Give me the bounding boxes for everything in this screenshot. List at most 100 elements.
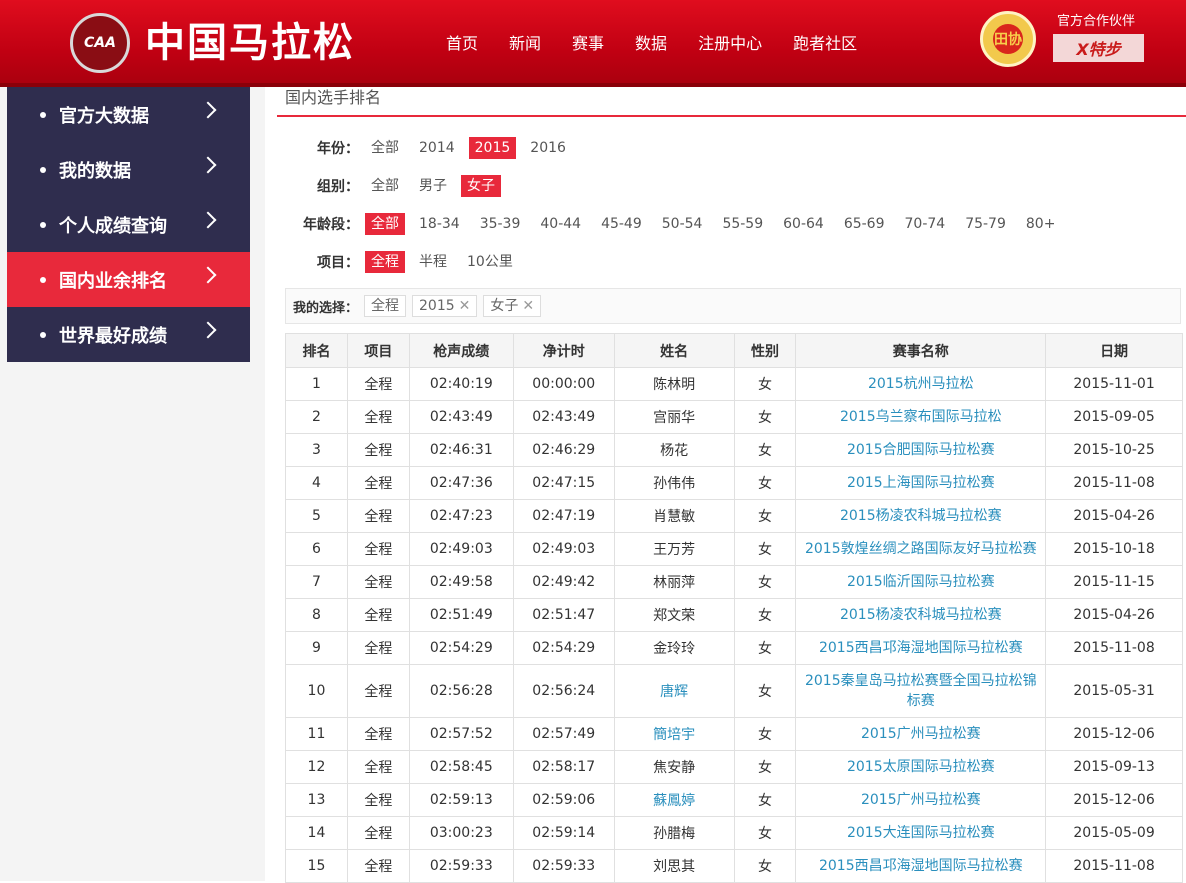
athletics-association-emblem: 田协	[980, 11, 1036, 67]
sidebar-item-4[interactable]: 世界最好成绩	[7, 307, 250, 362]
race-name-link[interactable]: 2015杭州马拉松	[795, 367, 1047, 401]
bullet-dot-icon	[40, 221, 46, 228]
column-header: 姓名	[613, 333, 735, 368]
race-name-link[interactable]: 2015乌兰察布国际马拉松	[795, 400, 1047, 434]
bullet-dot-icon	[40, 166, 46, 173]
cell-gun: 02:47:23	[408, 499, 514, 533]
cell-gun: 02:59:33	[408, 849, 514, 883]
cell-name: 孙伟伟	[613, 466, 735, 500]
filter-option-event[interactable]: 10公里	[461, 251, 519, 273]
filter-option-age[interactable]: 18-34	[413, 213, 466, 235]
filter-option-year[interactable]: 2016	[524, 137, 572, 159]
filter-option-group[interactable]: 女子	[461, 175, 501, 197]
filter-option-age[interactable]: 50-54	[656, 213, 709, 235]
filter-option-age[interactable]: 70-74	[899, 213, 952, 235]
sidebar-item-0[interactable]: 官方大数据	[7, 87, 250, 142]
race-name-link[interactable]: 2015杨凌农科城马拉松赛	[795, 499, 1047, 533]
filter-option-age[interactable]: 60-64	[777, 213, 830, 235]
cell-event: 全程	[346, 400, 410, 434]
selection-chips: 全程 2015 ✕ 女子 ✕	[364, 295, 547, 317]
cell-net: 02:47:15	[512, 466, 615, 500]
cell-event: 全程	[346, 783, 410, 817]
filter-option-age[interactable]: 55-59	[716, 213, 769, 235]
remove-chip-icon[interactable]: ✕	[522, 297, 534, 315]
column-header: 排名	[285, 333, 348, 368]
my-selection-label: 我的选择：	[293, 300, 359, 316]
cell-sex: 女	[733, 717, 797, 751]
filter-option-age[interactable]: 全部	[365, 213, 405, 235]
race-name-link[interactable]: 2015敦煌丝绸之路国际友好马拉松赛	[795, 532, 1047, 566]
race-name-link[interactable]: 2015大连国际马拉松赛	[795, 816, 1047, 850]
filter-option-event[interactable]: 半程	[413, 251, 453, 273]
filter-label-age: 年龄段：	[303, 217, 359, 233]
remove-chip-icon[interactable]: ✕	[459, 297, 471, 315]
main-nav: 首页 新闻 赛事 数据 注册中心 跑者社区	[446, 32, 888, 56]
sidebar-item-2[interactable]: 个人成绩查询	[7, 197, 250, 252]
filter-group: 组别： 全部 男子 女子	[277, 175, 509, 197]
table-body: 1 全程 02:40:19 00:00:00 陈林明女 2015杭州马拉松 2015-11-…	[285, 367, 1183, 883]
race-name-link[interactable]: 2015上海国际马拉松赛	[795, 466, 1047, 500]
cell-date: 2015-11-15	[1045, 565, 1183, 599]
filter-option-year[interactable]: 全部	[365, 137, 405, 159]
cell-gun: 02:49:58	[408, 565, 514, 599]
sidebar-item-3[interactable]: 国内业余排名	[7, 252, 250, 307]
cell-name: 刘思其	[613, 849, 735, 883]
sidebar-item-label: 官方大数据	[59, 105, 149, 127]
filter-option-age[interactable]: 65-69	[838, 213, 891, 235]
cell-date: 2015-10-25	[1045, 433, 1183, 467]
nav-link-5[interactable]: 跑者社区	[793, 32, 857, 56]
nav-link-3[interactable]: 数据	[635, 32, 667, 56]
race-name-link[interactable]: 2015秦皇岛马拉松赛暨全国马拉松锦标赛	[795, 664, 1047, 718]
nav-link-4[interactable]: 注册中心	[698, 32, 762, 56]
cell-gun: 02:46:31	[408, 433, 514, 467]
filter-year: 年份： 全部 2014 2015 2016	[277, 137, 580, 159]
cell-event: 全程	[346, 499, 410, 533]
nav-link-2[interactable]: 赛事	[572, 32, 604, 56]
filter-option-group[interactable]: 男子	[413, 175, 453, 197]
runner-name-link[interactable]: 蘇鳳婷	[613, 783, 735, 817]
column-header: 赛事名称	[795, 333, 1047, 368]
filter-option-age[interactable]: 35-39	[474, 213, 527, 235]
filter-option-group[interactable]: 全部	[365, 175, 405, 197]
cell-event: 全程	[346, 466, 410, 500]
runner-name-link[interactable]: 簡培宇	[613, 717, 735, 751]
table-row: 9 全程 02:54:29 02:54:29 金玲玲女 2015西昌邛海湿地国际马拉松赛 2…	[285, 631, 1183, 665]
race-name-link[interactable]: 2015西昌邛海湿地国际马拉松赛	[795, 849, 1047, 883]
race-name-link[interactable]: 2015广州马拉松赛	[795, 783, 1047, 817]
race-name-link[interactable]: 2015广州马拉松赛	[795, 717, 1047, 751]
cell-sex: 女	[733, 631, 797, 665]
race-name-link[interactable]: 2015合肥国际马拉松赛	[795, 433, 1047, 467]
race-name-link[interactable]: 2015临沂国际马拉松赛	[795, 565, 1047, 599]
filter-option-age[interactable]: 45-49	[595, 213, 648, 235]
race-name-link[interactable]: 2015太原国际马拉松赛	[795, 750, 1047, 784]
cell-event: 全程	[346, 631, 410, 665]
filter-option-year[interactable]: 2014	[413, 137, 461, 159]
nav-link-1[interactable]: 新闻	[509, 32, 541, 56]
cell-sex: 女	[733, 499, 797, 533]
cell-name: 林丽萍	[613, 565, 735, 599]
partner-logo-xtep[interactable]: X特步	[1053, 34, 1144, 62]
cell-gun: 02:56:28	[408, 664, 514, 718]
filter-option-age[interactable]: 80+	[1020, 213, 1062, 235]
cell-net: 02:43:49	[512, 400, 615, 434]
sidebar-item-1[interactable]: 我的数据	[7, 142, 250, 197]
site-title[interactable]: 中国马拉松	[145, 18, 355, 68]
filter-option-age[interactable]: 75-79	[959, 213, 1012, 235]
runner-name-link[interactable]: 唐辉	[613, 664, 735, 718]
race-name-link[interactable]: 2015西昌邛海湿地国际马拉松赛	[795, 631, 1047, 665]
table-row: 14 全程 03:00:23 02:59:14 孙腊梅女 2015大连国际马拉松赛 2015…	[285, 816, 1183, 850]
race-name-link[interactable]: 2015杨凌农科城马拉松赛	[795, 598, 1047, 632]
cell-name: 郑文荣	[613, 598, 735, 632]
caa-logo[interactable]: CAA	[70, 13, 130, 73]
cell-sex: 女	[733, 466, 797, 500]
cell-name: 宫丽华	[613, 400, 735, 434]
cell-event: 全程	[346, 717, 410, 751]
filter-option-event[interactable]: 全程	[365, 251, 405, 273]
cell-gun: 02:58:45	[408, 750, 514, 784]
filter-option-age[interactable]: 40-44	[534, 213, 587, 235]
cell-net: 02:57:49	[512, 717, 615, 751]
filter-option-year[interactable]: 2015	[468, 137, 517, 159]
cell-event: 全程	[346, 664, 410, 718]
nav-link-0[interactable]: 首页	[446, 32, 478, 56]
filter-age: 年龄段： 全部 18-34 35-39 40-44 45-49 50-54 55-59 60-6…	[277, 213, 1069, 235]
